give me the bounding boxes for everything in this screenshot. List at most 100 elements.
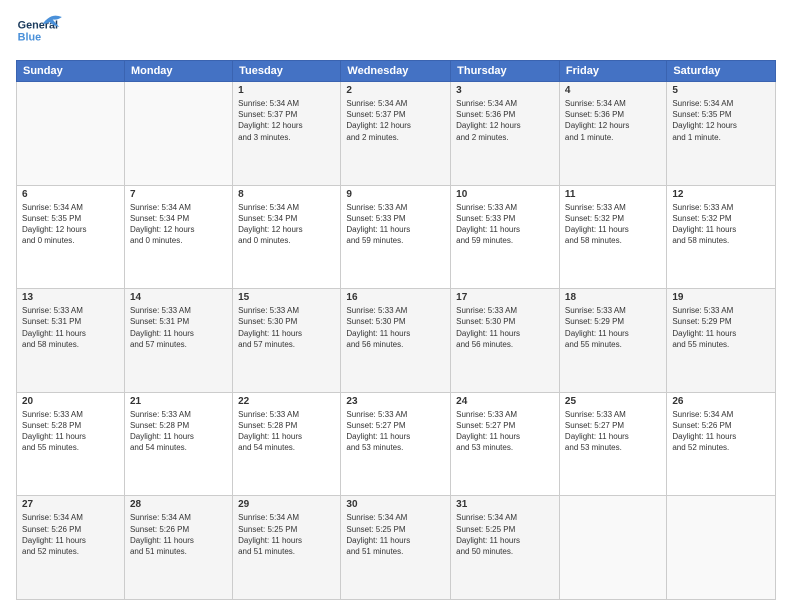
- calendar-cell: 9 Sunrise: 5:33 AMSunset: 5:33 PMDaylight…: [341, 185, 451, 289]
- day-info: Sunrise: 5:33 AMSunset: 5:29 PMDaylight:…: [672, 305, 770, 350]
- weekday-header: Tuesday: [233, 61, 341, 82]
- day-info: Sunrise: 5:33 AMSunset: 5:30 PMDaylight:…: [238, 305, 335, 350]
- calendar-cell: 21Sunrise: 5:33 AMSunset: 5:28 PMDayligh…: [124, 392, 232, 496]
- day-number: 19: [672, 292, 770, 303]
- day-number: 9: [346, 189, 445, 200]
- day-info: Sunrise: 5:33 AMSunset: 5:33 PMDaylight:…: [456, 202, 554, 247]
- calendar-cell: [124, 82, 232, 186]
- calendar-cell: 3Sunrise: 5:34 AMSunset: 5:36 PMDaylight…: [451, 82, 560, 186]
- day-number: 4: [565, 85, 661, 96]
- calendar-cell: 13Sunrise: 5:33 AMSunset: 5:31 PMDayligh…: [17, 289, 125, 393]
- day-number: 12: [672, 189, 770, 200]
- day-info: Sunrise: 5:34 AMSunset: 5:25 PMDaylight:…: [456, 512, 554, 557]
- day-number: 13: [22, 292, 119, 303]
- day-number: 22: [238, 396, 335, 407]
- day-info: Sunrise: 5:34 AMSunset: 5:26 PMDaylight:…: [22, 512, 119, 557]
- weekday-header: Monday: [124, 61, 232, 82]
- calendar-cell: 14Sunrise: 5:33 AMSunset: 5:31 PMDayligh…: [124, 289, 232, 393]
- calendar-cell: 31 Sunrise: 5:34 AMSunset: 5:25 PMDayligh…: [451, 496, 560, 600]
- day-info: Sunrise: 5:34 AMSunset: 5:37 PMDaylight:…: [238, 98, 335, 143]
- day-number: 10: [456, 189, 554, 200]
- day-info: Sunrise: 5:34 AMSunset: 5:34 PMDaylight:…: [130, 202, 227, 247]
- svg-text:Blue: Blue: [18, 31, 41, 43]
- calendar-cell: 18 Sunrise: 5:33 AMSunset: 5:29 PMDayligh…: [559, 289, 666, 393]
- weekday-header: Friday: [559, 61, 666, 82]
- day-info: Sunrise: 5:33 AMSunset: 5:28 PMDaylight:…: [130, 409, 227, 454]
- page: General Blue SundayMondayTuesdayWednesda…: [0, 0, 792, 612]
- day-info: Sunrise: 5:33 AMSunset: 5:27 PMDaylight:…: [456, 409, 554, 454]
- day-number: 31: [456, 499, 554, 510]
- calendar-cell: 11 Sunrise: 5:33 AMSunset: 5:32 PMDayligh…: [559, 185, 666, 289]
- calendar-cell: 17 Sunrise: 5:33 AMSunset: 5:30 PMDayligh…: [451, 289, 560, 393]
- calendar-cell: 30 Sunrise: 5:34 AMSunset: 5:25 PMDayligh…: [341, 496, 451, 600]
- calendar-week: 6 Sunrise: 5:34 AMSunset: 5:35 PMDaylight…: [17, 185, 776, 289]
- day-info: Sunrise: 5:34 AMSunset: 5:35 PMDaylight:…: [672, 98, 770, 143]
- day-number: 6: [22, 189, 119, 200]
- day-info: Sunrise: 5:34 AMSunset: 5:36 PMDaylight:…: [456, 98, 554, 143]
- calendar-cell: 25 Sunrise: 5:33 AMSunset: 5:27 PMDayligh…: [559, 392, 666, 496]
- day-info: Sunrise: 5:33 AMSunset: 5:30 PMDaylight:…: [456, 305, 554, 350]
- day-info: Sunrise: 5:34 AMSunset: 5:26 PMDaylight:…: [130, 512, 227, 557]
- day-info: Sunrise: 5:34 AMSunset: 5:25 PMDaylight:…: [238, 512, 335, 557]
- day-info: Sunrise: 5:33 AMSunset: 5:32 PMDaylight:…: [565, 202, 661, 247]
- day-info: Sunrise: 5:33 AMSunset: 5:30 PMDaylight:…: [346, 305, 445, 350]
- weekday-header: Sunday: [17, 61, 125, 82]
- weekday-header: Wednesday: [341, 61, 451, 82]
- day-info: Sunrise: 5:33 AMSunset: 5:31 PMDaylight:…: [130, 305, 227, 350]
- calendar-cell: 6 Sunrise: 5:34 AMSunset: 5:35 PMDaylight…: [17, 185, 125, 289]
- calendar-cell: [667, 496, 776, 600]
- calendar-cell: 8Sunrise: 5:34 AMSunset: 5:34 PMDaylight…: [233, 185, 341, 289]
- day-number: 26: [672, 396, 770, 407]
- day-number: 18: [565, 292, 661, 303]
- day-info: Sunrise: 5:33 AMSunset: 5:28 PMDaylight:…: [238, 409, 335, 454]
- calendar-week: 20 Sunrise: 5:33 AMSunset: 5:28 PMDayligh…: [17, 392, 776, 496]
- logo-icon: General Blue: [16, 12, 66, 52]
- calendar-week: 27 Sunrise: 5:34 AMSunset: 5:26 PMDayligh…: [17, 496, 776, 600]
- day-info: Sunrise: 5:34 AMSunset: 5:25 PMDaylight:…: [346, 512, 445, 557]
- day-number: 28: [130, 499, 227, 510]
- day-info: Sunrise: 5:33 AMSunset: 5:33 PMDaylight:…: [346, 202, 445, 247]
- day-number: 17: [456, 292, 554, 303]
- calendar-cell: 12 Sunrise: 5:33 AMSunset: 5:32 PMDayligh…: [667, 185, 776, 289]
- day-number: 29: [238, 499, 335, 510]
- day-number: 1: [238, 85, 335, 96]
- day-number: 5: [672, 85, 770, 96]
- day-number: 16: [346, 292, 445, 303]
- day-number: 25: [565, 396, 661, 407]
- header: General Blue: [16, 12, 776, 52]
- calendar-cell: 16 Sunrise: 5:33 AMSunset: 5:30 PMDayligh…: [341, 289, 451, 393]
- calendar-cell: [559, 496, 666, 600]
- day-info: Sunrise: 5:34 AMSunset: 5:26 PMDaylight:…: [672, 409, 770, 454]
- calendar-cell: 15 Sunrise: 5:33 AMSunset: 5:30 PMDayligh…: [233, 289, 341, 393]
- day-number: 20: [22, 396, 119, 407]
- logo: General Blue: [16, 12, 66, 52]
- day-number: 30: [346, 499, 445, 510]
- calendar-cell: 4 Sunrise: 5:34 AMSunset: 5:36 PMDaylight…: [559, 82, 666, 186]
- weekday-header: Saturday: [667, 61, 776, 82]
- day-info: Sunrise: 5:34 AMSunset: 5:37 PMDaylight:…: [346, 98, 445, 143]
- calendar-week: 1 Sunrise: 5:34 AMSunset: 5:37 PMDaylight…: [17, 82, 776, 186]
- day-info: Sunrise: 5:34 AMSunset: 5:35 PMDaylight:…: [22, 202, 119, 247]
- calendar-cell: 19 Sunrise: 5:33 AMSunset: 5:29 PMDayligh…: [667, 289, 776, 393]
- day-number: 27: [22, 499, 119, 510]
- calendar-cell: 29 Sunrise: 5:34 AMSunset: 5:25 PMDayligh…: [233, 496, 341, 600]
- day-info: Sunrise: 5:33 AMSunset: 5:27 PMDaylight:…: [565, 409, 661, 454]
- day-info: Sunrise: 5:33 AMSunset: 5:29 PMDaylight:…: [565, 305, 661, 350]
- calendar-cell: 10 Sunrise: 5:33 AMSunset: 5:33 PMDayligh…: [451, 185, 560, 289]
- calendar-week: 13 Sunrise: 5:33 AMSunset: 5:31 PMDayligh…: [17, 289, 776, 393]
- day-number: 15: [238, 292, 335, 303]
- day-number: 11: [565, 189, 661, 200]
- calendar-cell: 1 Sunrise: 5:34 AMSunset: 5:37 PMDaylight…: [233, 82, 341, 186]
- day-number: 24: [456, 396, 554, 407]
- day-info: Sunrise: 5:34 AMSunset: 5:34 PMDaylight:…: [238, 202, 335, 247]
- calendar-cell: 28 Sunrise: 5:34 AMSunset: 5:26 PMDayligh…: [124, 496, 232, 600]
- day-info: Sunrise: 5:33 AMSunset: 5:27 PMDaylight:…: [346, 409, 445, 454]
- day-info: Sunrise: 5:33 AMSunset: 5:32 PMDaylight:…: [672, 202, 770, 247]
- calendar-cell: 27 Sunrise: 5:34 AMSunset: 5:26 PMDayligh…: [17, 496, 125, 600]
- day-info: Sunrise: 5:34 AMSunset: 5:36 PMDaylight:…: [565, 98, 661, 143]
- calendar-cell: 7 Sunrise: 5:34 AMSunset: 5:34 PMDaylight…: [124, 185, 232, 289]
- calendar-cell: 20Sunrise: 5:33 AMSunset: 5:28 PMDayligh…: [17, 392, 125, 496]
- day-number: 7: [130, 189, 227, 200]
- day-number: 2: [346, 85, 445, 96]
- calendar-cell: 26 Sunrise: 5:34 AMSunset: 5:26 PMDayligh…: [667, 392, 776, 496]
